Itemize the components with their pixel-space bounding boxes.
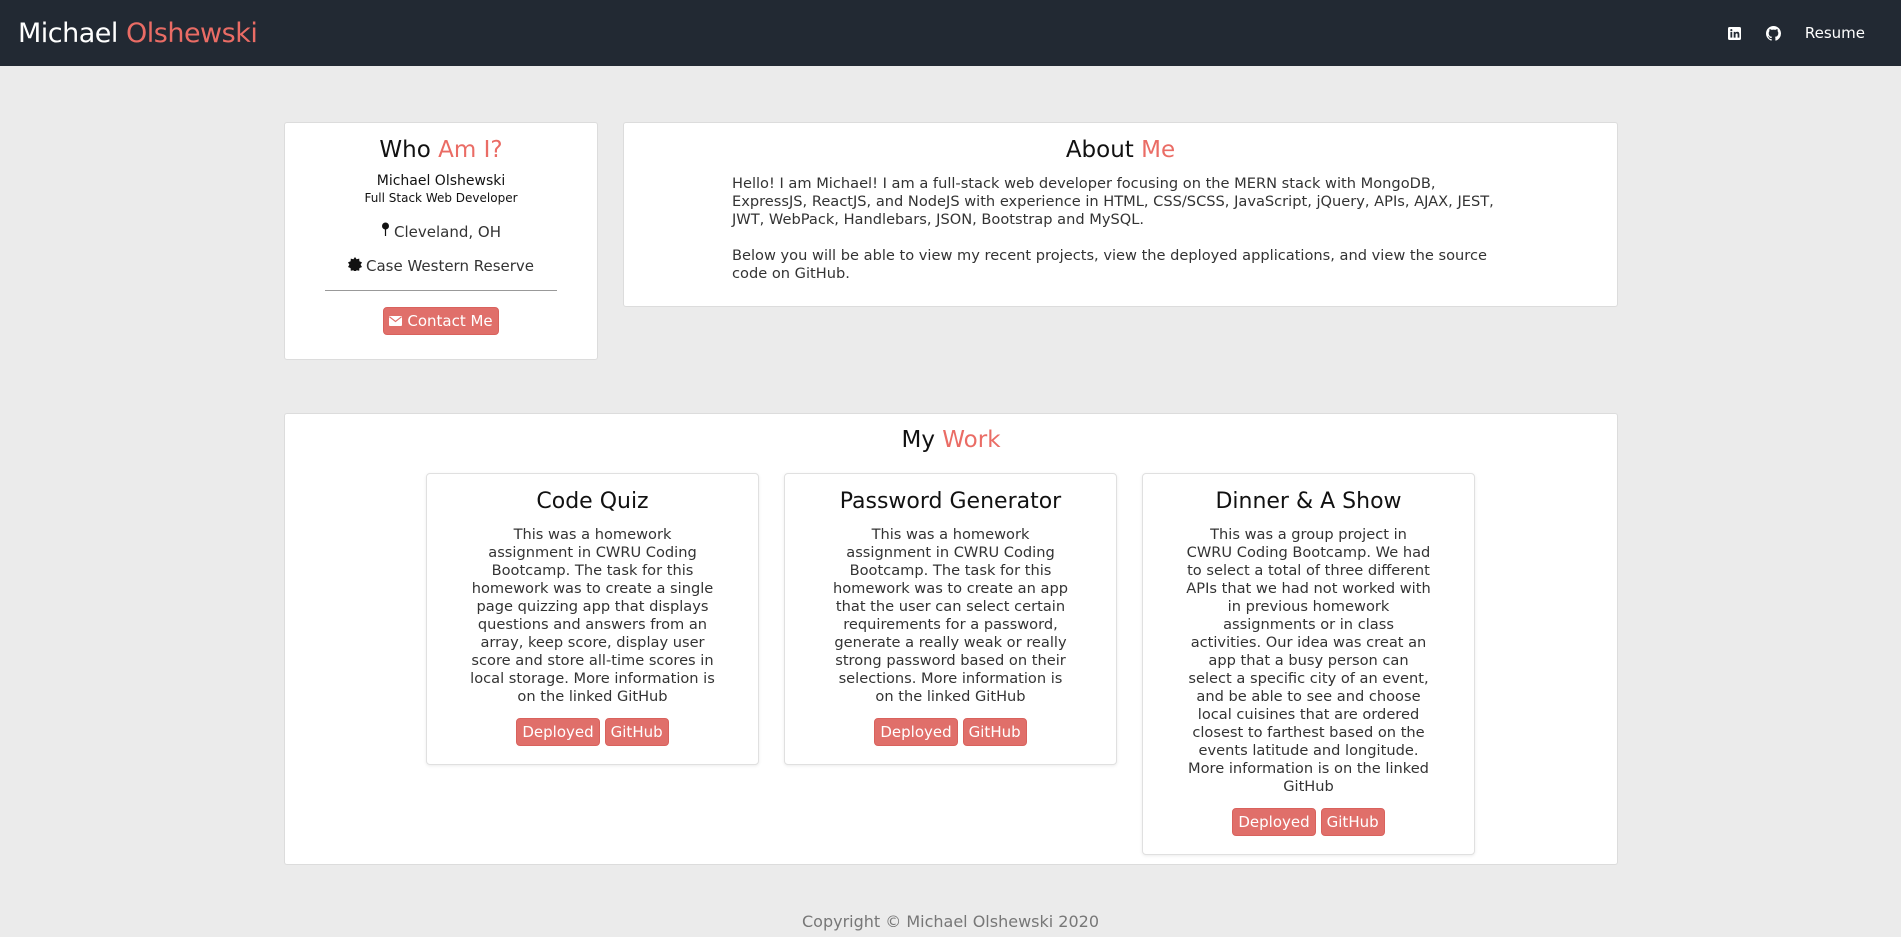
project-buttons: Deployed GitHub [785, 718, 1116, 746]
project-title: Dinner & A Show [1215, 489, 1402, 514]
project-title: Password Generator [839, 489, 1062, 514]
about-me-card: About Me Hello! I am Michael! I am a ful… [623, 122, 1618, 307]
github-icon[interactable] [1766, 25, 1782, 41]
github-button[interactable]: GitHub [962, 718, 1027, 746]
navbar: Michael Olshewski Resume [0, 0, 1901, 66]
about-me-title: About Me [624, 137, 1617, 163]
github-button[interactable]: GitHub [604, 718, 669, 746]
who-am-i-title: Who Am I? [285, 137, 597, 163]
divider [325, 290, 557, 291]
map-pin-icon [381, 222, 390, 241]
profile-role: Full Stack Web Developer [364, 191, 518, 205]
project-list: Code Quiz This was a homework assignment… [426, 473, 1475, 855]
contact-me-button[interactable]: Contact Me [383, 307, 499, 335]
school-text: Case Western Reserve [365, 257, 535, 275]
profile-name: Michael Olshewski [376, 173, 506, 189]
work-title-accent: Work [942, 427, 1001, 453]
work-title-plain: My [901, 427, 935, 453]
project-buttons: Deployed GitHub [427, 718, 758, 746]
my-work-title: My Work [285, 427, 1617, 453]
about-title-plain: About [1065, 137, 1134, 163]
project-card: Code Quiz This was a homework assignment… [426, 473, 759, 765]
project-buttons: Deployed GitHub [1143, 808, 1474, 836]
who-title-plain: Who [379, 137, 431, 163]
deployed-button[interactable]: Deployed [1232, 808, 1316, 836]
project-description: This was a homework assignment in CWRU C… [470, 526, 715, 705]
project-description: This was a group project in CWRU Coding … [1186, 526, 1431, 795]
nav-links: Resume [1727, 24, 1883, 42]
about-paragraph-1: Hello! I am Michael! I am a full-stack w… [732, 175, 1494, 228]
contact-me-label: Contact Me [407, 312, 493, 330]
resume-link[interactable]: Resume [1805, 24, 1865, 42]
location-text: Cleveland, OH [394, 222, 501, 241]
linkedin-icon[interactable] [1727, 25, 1743, 41]
deployed-button[interactable]: Deployed [516, 718, 600, 746]
deployed-button[interactable]: Deployed [874, 718, 958, 746]
about-paragraph-2: Below you will be able to view my recent… [732, 247, 1487, 282]
contact-wrap: Contact Me [285, 307, 597, 335]
about-title-accent: Me [1141, 137, 1176, 163]
badge-icon [347, 257, 362, 275]
footer-copyright: Copyright © Michael Olshewski 2020 [801, 912, 1099, 931]
profile-school: Case Western Reserve [285, 257, 597, 275]
project-card: Dinner & A Show This was a group project… [1142, 473, 1475, 855]
my-work-card: My Work Code Quiz This was a homework as… [284, 413, 1618, 865]
brand-logo[interactable]: Michael Olshewski [18, 17, 258, 49]
who-am-i-card: Who Am I? Michael Olshewski Full Stack W… [284, 122, 598, 360]
brand-first-name: Michael [18, 17, 118, 49]
about-text: Hello! I am Michael! I am a full-stack w… [732, 175, 1512, 283]
envelope-icon [389, 312, 403, 330]
brand-last-name: Olshewski [126, 17, 258, 49]
project-description: This was a homework assignment in CWRU C… [832, 526, 1068, 705]
who-title-accent: Am I? [438, 137, 503, 163]
project-title: Code Quiz [536, 489, 649, 514]
project-card: Password Generator This was a homework a… [784, 473, 1117, 765]
github-button[interactable]: GitHub [1320, 808, 1385, 836]
profile-location: Cleveland, OH [285, 222, 597, 241]
